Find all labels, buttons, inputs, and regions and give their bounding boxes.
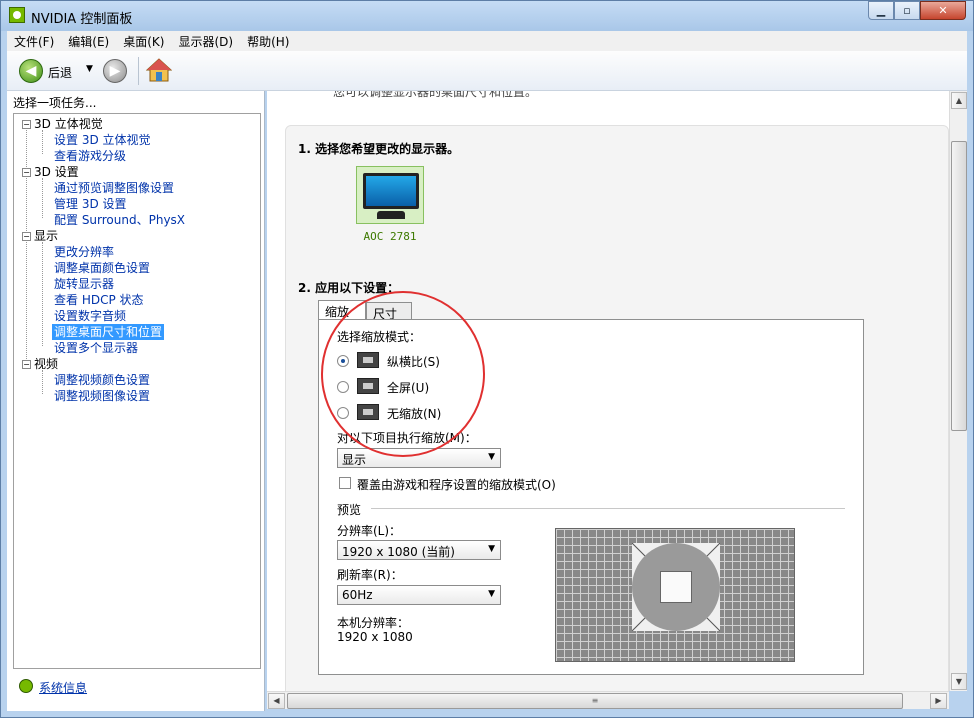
back-label[interactable]: 后退 — [48, 64, 72, 81]
scaling-preview — [555, 528, 795, 662]
override-scaling-label[interactable]: 覆盖由游戏和程序设置的缩放模式(O) — [357, 476, 556, 493]
tree-item-configure-surround-physx[interactable]: 配置 Surround、PhysX — [54, 212, 185, 228]
tree-item-setup-stereo[interactable]: 设置 3D 立体视觉 — [54, 132, 151, 148]
preview-inner-square — [660, 571, 692, 603]
tree-category-3d-settings[interactable]: −3D 设置 — [22, 164, 79, 180]
forward-button[interactable]: ▶ — [103, 59, 127, 83]
tree-item-multiple-displays[interactable]: 设置多个显示器 — [54, 340, 138, 356]
tree-item-rotate-display[interactable]: 旋转显示器 — [54, 276, 114, 292]
window-title: NVIDIA 控制面板 — [31, 12, 133, 27]
horizontal-scroll-thumb[interactable]: ≡ — [287, 693, 903, 709]
collapse-icon[interactable]: − — [22, 232, 31, 241]
nvidia-logo-icon — [9, 7, 25, 23]
forward-arrow-icon: ▶ — [109, 63, 121, 79]
override-scaling-checkbox[interactable] — [339, 477, 351, 489]
minimize-button[interactable]: ▁ — [868, 1, 894, 20]
collapse-icon[interactable]: − — [22, 120, 31, 129]
vertical-scrollbar[interactable]: ▲ ▼ — [949, 91, 967, 691]
monitor-label[interactable]: AOC 2781 — [354, 230, 426, 243]
menu-display[interactable]: 显示器(D) — [171, 33, 240, 50]
tree-category-display[interactable]: − 显示 — [22, 228, 58, 244]
collapse-icon[interactable]: − — [22, 168, 31, 177]
tree-guide — [42, 130, 43, 154]
maximize-icon: ▫ — [903, 4, 911, 17]
tree-category-3d-stereo[interactable]: −3D 立体视觉 — [22, 116, 103, 132]
scroll-left-icon[interactable]: ◀ — [268, 693, 285, 709]
task-tree: −3D 立体视觉 设置 3D 立体视觉 查看游戏分级 −3D 设置 通过预览调整… — [13, 113, 261, 669]
back-arrow-icon: ◀ — [25, 63, 37, 79]
tree-item-preview-image-settings[interactable]: 通过预览调整图像设置 — [54, 180, 174, 196]
task-pane-header: 选择一项任务... — [13, 96, 97, 110]
tree-item-desktop-color[interactable]: 调整桌面颜色设置 — [54, 260, 150, 276]
refresh-rate-select[interactable]: 60Hz ▼ — [337, 585, 501, 605]
task-pane: 选择一项任务... −3D 立体视觉 设置 3D 立体视觉 查看游戏分级 −3D… — [7, 91, 265, 711]
menu-help[interactable]: 帮助(H) — [240, 33, 296, 50]
annotation-circle — [321, 291, 485, 457]
menu-edit[interactable]: 编辑(E) — [61, 33, 116, 50]
monitor-selector[interactable] — [356, 166, 424, 224]
tree-item-desktop-size-position[interactable]: 调整桌面尺寸和位置 — [52, 324, 165, 340]
tree-item-video-image[interactable]: 调整视频图像设置 — [54, 388, 150, 404]
preview-divider — [371, 508, 845, 509]
tree-guide — [26, 127, 27, 367]
menu-file[interactable]: 文件(F) — [7, 33, 61, 50]
close-icon: ✕ — [938, 4, 948, 17]
tree-item-digital-audio[interactable]: 设置数字音频 — [54, 308, 126, 324]
tree-guide — [42, 370, 43, 394]
chevron-down-icon: ▼ — [488, 589, 495, 599]
tree-guide — [42, 242, 43, 346]
scroll-down-icon[interactable]: ▼ — [951, 673, 967, 690]
resolution-select[interactable]: 1920 x 1080 (当前) ▼ — [337, 540, 501, 560]
info-icon — [19, 679, 33, 693]
minimize-icon: ▁ — [876, 4, 886, 17]
system-info-link[interactable]: 系统信息 — [19, 679, 87, 696]
toolbar-separator — [138, 57, 139, 85]
tree-item-hdcp-status[interactable]: 查看 HDCP 状态 — [54, 292, 144, 308]
refresh-rate-label: 刷新率(R)： — [337, 568, 403, 582]
step1-heading: 1. 选择您希望更改的显示器。 — [298, 142, 460, 156]
resolution-label: 分辨率(L)： — [337, 524, 402, 538]
tree-item-game-ratings[interactable]: 查看游戏分级 — [54, 148, 126, 164]
vertical-scroll-thumb[interactable] — [951, 141, 967, 431]
tree-item-change-resolution[interactable]: 更改分辨率 — [54, 244, 114, 260]
maximize-button[interactable]: ▫ — [894, 1, 920, 20]
menu-bar: 文件(F) 编辑(E) 桌面(K) 显示器(D) 帮助(H) — [7, 31, 967, 51]
tree-guide — [42, 178, 43, 218]
menu-desktop[interactable]: 桌面(K) — [116, 33, 171, 50]
monitor-icon — [363, 173, 419, 209]
scroll-up-icon[interactable]: ▲ — [951, 92, 967, 109]
home-icon[interactable] — [146, 57, 172, 83]
native-resolution-value: 1920 x 1080 — [337, 630, 413, 644]
collapse-icon[interactable]: − — [22, 360, 31, 369]
horizontal-scrollbar[interactable]: ◀ ≡ ▶ — [267, 691, 949, 709]
tree-item-video-color[interactable]: 调整视频颜色设置 — [54, 372, 150, 388]
title-bar: NVIDIA 控制面板 ▁ ▫ ✕ — [1, 1, 973, 31]
chevron-down-icon: ▼ — [488, 544, 495, 554]
monitor-stand — [377, 211, 405, 219]
nvidia-control-panel-window: NVIDIA 控制面板 ▁ ▫ ✕ 文件(F) 编辑(E) 桌面(K) 显示器(… — [0, 0, 974, 718]
tree-category-video[interactable]: − 视频 — [22, 356, 58, 372]
toolbar: ◀ 后退 ▼ ▶ — [7, 51, 967, 91]
chevron-down-icon: ▼ — [488, 452, 495, 462]
close-button[interactable]: ✕ — [920, 1, 966, 20]
back-button[interactable]: ◀ — [19, 59, 43, 83]
history-dropdown-icon[interactable]: ▼ — [86, 64, 93, 74]
page-description: 您可以调整显示器的桌面尺寸和位置。 — [333, 91, 538, 99]
native-resolution-label: 本机分辨率： — [337, 616, 410, 630]
preview-label: 预览 — [337, 503, 362, 517]
tree-item-manage-3d-settings[interactable]: 管理 3D 设置 — [54, 196, 127, 212]
scroll-right-icon[interactable]: ▶ — [930, 693, 947, 709]
